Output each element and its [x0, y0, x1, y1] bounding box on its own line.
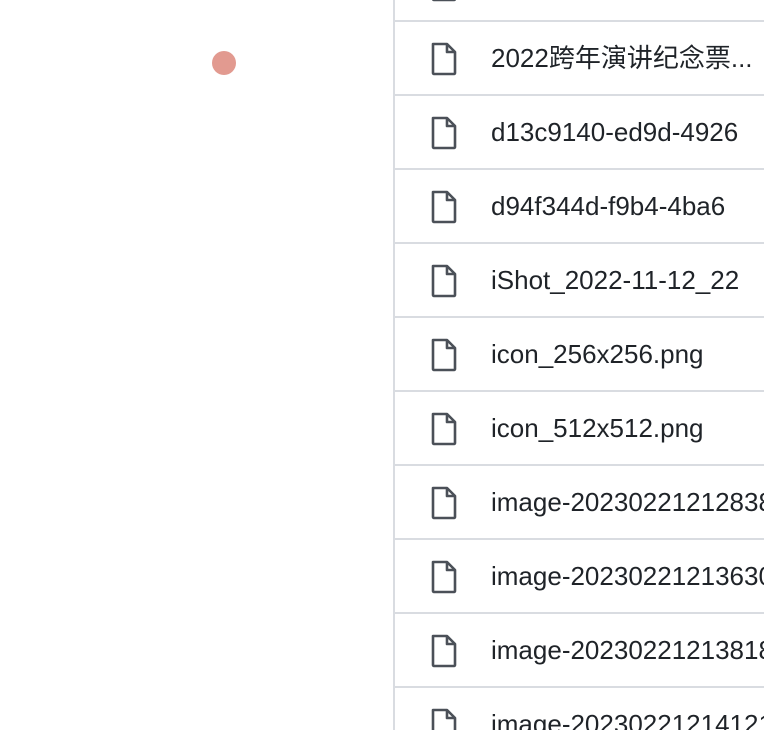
file-row[interactable]: image-20230221214121 [395, 688, 764, 730]
file-row[interactable]: icon_256x256.png [395, 318, 764, 392]
file-name: iShot_2022-11-12_22 [491, 265, 740, 295]
file-row[interactable]: icon_512x512.png [395, 392, 764, 466]
file-row[interactable]: image-20230221213818 [395, 614, 764, 688]
file-name: image-20230221213630 [491, 561, 764, 591]
file-icon [429, 264, 459, 298]
file-icon [429, 0, 459, 2]
file-row[interactable]: image-20230221213630 [395, 540, 764, 614]
file-row[interactable]: iShot_2022-11-12_22 [395, 244, 764, 318]
file-icon [429, 708, 459, 730]
file-name: d13c9140-ed9d-4926 [491, 117, 739, 147]
file-name: image-20230221213818 [491, 635, 764, 665]
status-dot [212, 51, 236, 75]
file-name: d94f344d-f9b4-4ba6 [491, 191, 726, 221]
file-icon [429, 338, 459, 372]
file-name: image-20230221212838 [491, 487, 764, 517]
file-icon [429, 634, 459, 668]
file-row[interactable]: image-20230221212838 [395, 466, 764, 540]
file-list-panel: 2022跨年演讲纪念票... d13c9140-ed9d-4926 d94f344d… [393, 0, 764, 730]
file-row[interactable]: 2022跨年演讲纪念票... [395, 22, 764, 96]
file-row[interactable]: d94f344d-f9b4-4ba6 [395, 170, 764, 244]
file-list: 2022跨年演讲纪念票... d13c9140-ed9d-4926 d94f344d… [395, 0, 764, 730]
file-name: 2022跨年演讲纪念票... [491, 43, 753, 73]
file-icon [429, 560, 459, 594]
file-icon [429, 116, 459, 150]
left-pane [0, 0, 393, 730]
file-row[interactable]: d13c9140-ed9d-4926 [395, 96, 764, 170]
file-icon [429, 190, 459, 224]
file-name: icon_512x512.png [491, 413, 704, 443]
file-icon [429, 42, 459, 76]
file-row[interactable] [395, 0, 764, 22]
file-icon [429, 486, 459, 520]
file-name: image-20230221214121 [491, 709, 764, 730]
file-icon [429, 412, 459, 446]
file-name: icon_256x256.png [491, 339, 704, 369]
